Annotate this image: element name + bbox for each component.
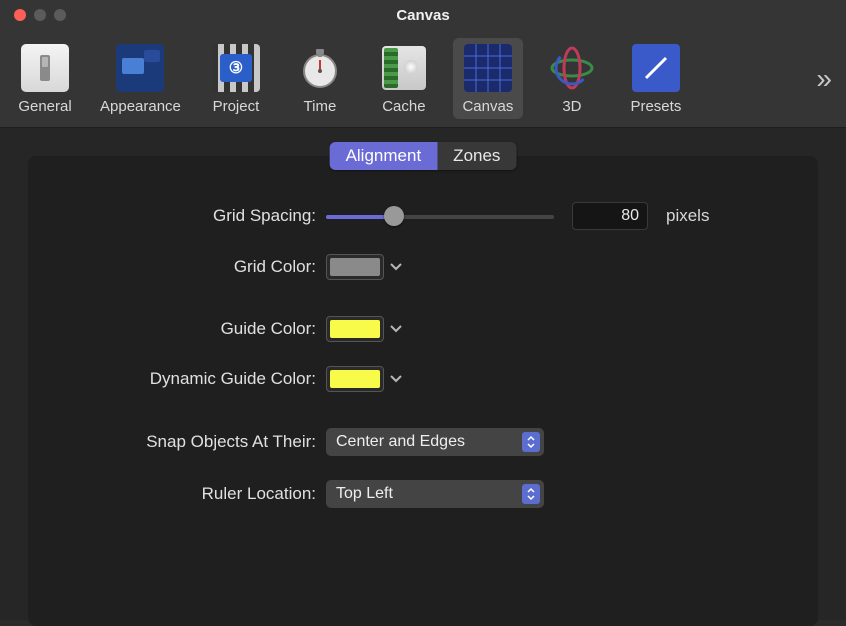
tab-project[interactable]: ③ Project — [201, 38, 271, 119]
guide-color-label: Guide Color: — [46, 319, 326, 339]
chevron-down-icon[interactable] — [390, 258, 402, 276]
grid-spacing-unit: pixels — [666, 206, 709, 226]
dynamic-guide-color-well[interactable] — [326, 366, 384, 392]
snap-objects-popup[interactable]: Center and Edges — [326, 428, 544, 456]
tab-zones[interactable]: Zones — [437, 142, 516, 170]
row-grid-spacing: Grid Spacing: 80 pixels — [46, 202, 800, 230]
row-guide-color: Guide Color: — [46, 316, 800, 342]
ruler-location-value: Top Left — [336, 485, 393, 503]
tab-cache[interactable]: Cache — [369, 38, 439, 119]
tab-general[interactable]: General — [10, 38, 80, 119]
window-title: Canvas — [0, 7, 846, 24]
presets-icon — [632, 44, 680, 92]
tab-canvas[interactable]: Canvas — [453, 38, 523, 119]
canvas-icon — [464, 44, 512, 92]
general-icon — [21, 44, 69, 92]
sub-tab-control: Alignment Zones — [330, 142, 517, 170]
tab-time[interactable]: Time — [285, 38, 355, 119]
row-grid-color: Grid Color: — [46, 254, 800, 280]
dynamic-guide-color-label: Dynamic Guide Color: — [46, 369, 326, 389]
ruler-location-label: Ruler Location: — [46, 484, 326, 504]
updown-arrows-icon — [522, 484, 540, 504]
snap-objects-value: Center and Edges — [336, 433, 465, 451]
grid-spacing-field[interactable]: 80 — [572, 202, 648, 230]
time-icon — [296, 44, 344, 92]
tab-appearance[interactable]: Appearance — [94, 38, 187, 119]
row-dynamic-guide-color: Dynamic Guide Color: — [46, 366, 800, 392]
titlebar[interactable]: Canvas — [0, 0, 846, 30]
row-snap-objects: Snap Objects At Their: Center and Edges — [46, 428, 800, 456]
grid-spacing-slider[interactable] — [326, 206, 554, 226]
grid-spacing-label: Grid Spacing: — [46, 206, 326, 226]
updown-arrows-icon — [522, 432, 540, 452]
guide-color-well[interactable] — [326, 316, 384, 342]
settings-panel: Alignment Zones Grid Spacing: 80 pixels … — [28, 156, 818, 626]
project-icon: ③ — [212, 44, 260, 92]
toolbar-overflow-icon[interactable]: » — [816, 63, 834, 95]
tab-3d[interactable]: 3D — [537, 38, 607, 119]
chevron-down-icon[interactable] — [390, 370, 402, 388]
tab-alignment[interactable]: Alignment — [330, 142, 438, 170]
cache-icon — [380, 44, 428, 92]
3d-icon — [548, 44, 596, 92]
content-area: Alignment Zones Grid Spacing: 80 pixels … — [0, 128, 846, 620]
row-ruler-location: Ruler Location: Top Left — [46, 480, 800, 508]
snap-objects-label: Snap Objects At Their: — [46, 432, 326, 452]
grid-color-well[interactable] — [326, 254, 384, 280]
preferences-toolbar: General Appearance ③ Project Time — [0, 30, 846, 128]
grid-color-label: Grid Color: — [46, 257, 326, 277]
tab-presets[interactable]: Presets — [621, 38, 691, 119]
appearance-icon — [116, 44, 164, 92]
chevron-down-icon[interactable] — [390, 320, 402, 338]
ruler-location-popup[interactable]: Top Left — [326, 480, 544, 508]
